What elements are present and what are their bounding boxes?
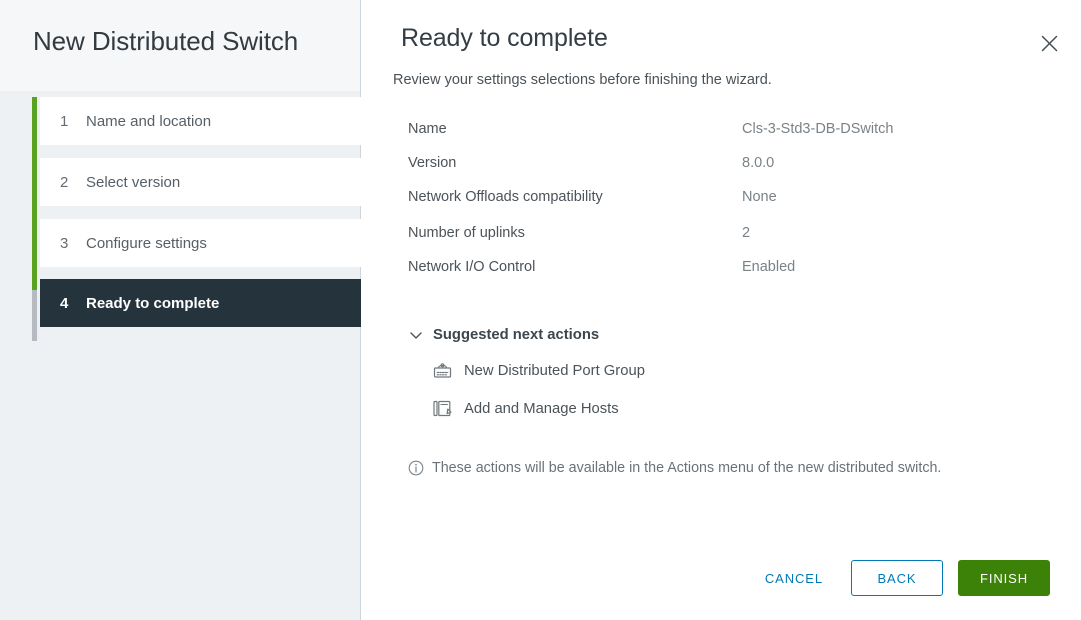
summary-row: Number of uplinks 2 — [408, 224, 1048, 242]
action-label: New Distributed Port Group — [464, 362, 645, 379]
port-group-icon — [432, 360, 453, 381]
summary-row: Name Cls-3-Std3-DB-DSwitch — [408, 120, 1048, 138]
chevron-down-icon — [408, 327, 424, 343]
summary-value: None — [742, 189, 777, 205]
step-number: 3 — [60, 234, 69, 252]
summary-label: Version — [408, 155, 457, 171]
page-title: Ready to complete — [401, 24, 608, 52]
close-icon — [1041, 35, 1058, 52]
action-label: Add and Manage Hosts — [464, 400, 619, 417]
summary-list: Name Cls-3-Std3-DB-DSwitch Version 8.0.0… — [408, 120, 1048, 292]
summary-value: Enabled — [742, 259, 796, 275]
progress-rail-fill — [32, 97, 37, 290]
finish-button[interactable]: FINISH — [958, 560, 1050, 596]
wizard-main-panel: Ready to complete Review your settings s… — [361, 0, 1081, 620]
summary-label: Number of uplinks — [408, 225, 525, 241]
summary-row: Network I/O Control Enabled — [408, 258, 1048, 276]
wizard-steps: 1 Name and location 2 Select version 3 C… — [0, 91, 361, 620]
sidebar-step-name-and-location[interactable]: 1 Name and location — [40, 97, 361, 145]
info-note-text: These actions will be available in the A… — [432, 460, 942, 476]
back-button[interactable]: BACK — [851, 560, 943, 596]
summary-row: Network Offloads compatibility None — [408, 188, 1048, 206]
add-manage-hosts-icon — [432, 398, 453, 419]
step-label: Ready to complete — [86, 294, 220, 312]
close-button[interactable] — [1036, 30, 1062, 56]
sidebar-header: New Distributed Switch — [0, 0, 360, 91]
new-distributed-switch-wizard: New Distributed Switch 1 Name and locati… — [0, 0, 1081, 620]
action-add-and-manage-hosts[interactable]: Add and Manage Hosts — [432, 398, 1048, 419]
summary-value: 2 — [742, 225, 751, 241]
sidebar-step-ready-to-complete[interactable]: 4 Ready to complete — [40, 279, 361, 327]
step-number: 4 — [60, 294, 69, 312]
step-number: 1 — [60, 112, 69, 130]
sidebar-step-select-version[interactable]: 2 Select version — [40, 158, 361, 206]
summary-value: Cls-3-Std3-DB-DSwitch — [742, 121, 894, 137]
step-label: Select version — [86, 173, 181, 191]
step-label: Configure settings — [86, 234, 207, 252]
wizard-title: New Distributed Switch — [33, 26, 299, 56]
step-number: 2 — [60, 173, 69, 191]
suggested-actions-title: Suggested next actions — [433, 327, 600, 343]
summary-row: Version 8.0.0 — [408, 154, 1048, 172]
info-circle-icon — [408, 460, 424, 476]
suggested-actions-toggle[interactable]: Suggested next actions — [408, 327, 1048, 343]
summary-label: Network Offloads compatibility — [408, 189, 603, 205]
info-note: These actions will be available in the A… — [408, 458, 1030, 479]
step-label: Name and location — [86, 112, 212, 130]
wizard-sidebar: New Distributed Switch 1 Name and locati… — [0, 0, 361, 620]
wizard-footer: CANCEL BACK FINISH — [361, 536, 1081, 620]
summary-label: Name — [408, 121, 447, 137]
summary-value: 8.0.0 — [742, 155, 775, 171]
suggested-next-actions: Suggested next actions New Distributed P… — [408, 327, 1048, 419]
action-new-distributed-port-group[interactable]: New Distributed Port Group — [432, 360, 1048, 381]
page-subtitle: Review your settings selections before f… — [393, 72, 772, 88]
progress-rail — [32, 97, 37, 341]
summary-label: Network I/O Control — [408, 259, 536, 275]
sidebar-step-configure-settings[interactable]: 3 Configure settings — [40, 219, 361, 267]
cancel-button[interactable]: CANCEL — [751, 560, 837, 596]
